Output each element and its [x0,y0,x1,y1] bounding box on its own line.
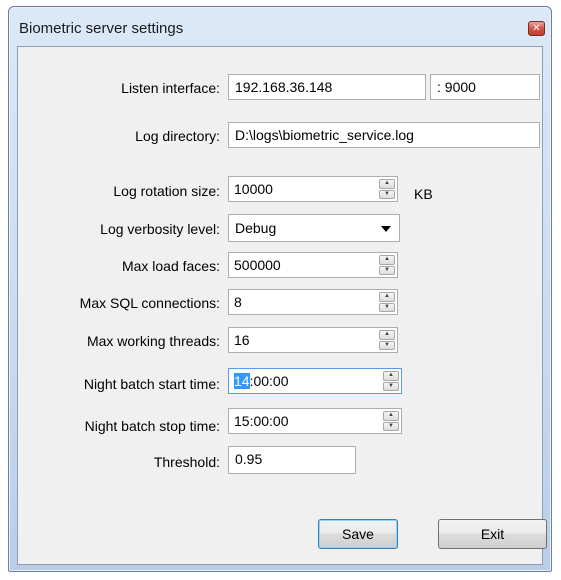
night-batch-start-time-spinner[interactable]: 14:00:00 ▲ ▼ [228,368,402,394]
max-working-threads-label: Max working threads: [86,333,220,349]
spin-down-icon[interactable]: ▼ [379,265,395,275]
log-rotation-size-spinner[interactable]: 10000 ▲ ▼ [228,176,398,202]
spin-up-icon[interactable]: ▲ [383,411,399,421]
spin-down-icon[interactable]: ▼ [383,381,399,391]
listen-interface-port-input[interactable]: : 9000 [430,74,540,100]
spin-up-icon[interactable]: ▲ [383,371,399,381]
chevron-down-icon [381,226,391,232]
max-load-faces-value: 500000 [234,257,281,273]
log-verbosity-level-label: Log verbosity level: [100,221,220,237]
night-batch-stop-time-label: Night batch stop time: [84,418,220,434]
time-remainder-text: :00:00 [249,373,289,389]
night-batch-stop-time-value: 15:00:00 [234,413,289,429]
close-button[interactable]: ✕ [528,21,545,36]
max-working-threads-spinner[interactable]: 16 ▲ ▼ [228,327,398,353]
listen-interface-ip-input[interactable]: 192.168.36.148 [228,74,426,100]
title-bar[interactable]: Biometric server settings ✕ [9,7,551,45]
save-button[interactable]: Save [318,519,398,549]
spin-up-icon[interactable]: ▲ [379,292,395,302]
spin-up-icon[interactable]: ▲ [379,255,395,265]
max-sql-connections-spinner[interactable]: 8 ▲ ▼ [228,289,398,315]
log-verbosity-level-select[interactable]: Debug [228,214,400,242]
close-icon: ✕ [532,23,541,34]
window-title: Biometric server settings [19,20,184,37]
listen-interface-label: Listen interface: [121,80,220,96]
log-rotation-size-value: 10000 [234,181,273,197]
spin-down-icon[interactable]: ▼ [379,302,395,312]
spin-down-icon[interactable]: ▼ [379,340,395,350]
night-batch-start-time-label: Night batch start time: [83,376,220,392]
night-batch-stop-time-spinner[interactable]: 15:00:00 ▲ ▼ [228,408,402,434]
log-verbosity-level-value: Debug [235,220,277,236]
settings-window: Biometric server settings ✕ Listen inter… [8,6,552,572]
spin-down-icon[interactable]: ▼ [379,189,395,199]
log-rotation-size-unit: KB [414,186,433,202]
log-directory-input[interactable]: D:\logs\biometric_service.log [228,122,540,148]
max-sql-connections-value: 8 [234,294,242,310]
settings-form: Listen interface: 192.168.36.148 : 9000 … [17,46,547,565]
max-working-threads-value: 16 [234,332,250,348]
max-load-faces-spinner[interactable]: 500000 ▲ ▼ [228,252,398,278]
selected-hour-text: 14 [234,373,250,389]
spin-up-icon[interactable]: ▲ [379,179,395,189]
threshold-label: Threshold: [153,454,220,470]
spin-up-icon[interactable]: ▲ [379,330,395,340]
max-sql-connections-label: Max SQL connections: [79,295,220,311]
night-batch-start-time-value: 14:00:00 [234,372,289,390]
exit-button[interactable]: Exit [438,519,547,549]
threshold-input[interactable]: 0.95 [228,446,356,474]
log-directory-label: Log directory: [135,128,220,144]
spin-down-icon[interactable]: ▼ [383,421,399,431]
max-load-faces-label: Max load faces: [121,258,220,274]
log-rotation-size-label: Log rotation size: [113,183,220,199]
